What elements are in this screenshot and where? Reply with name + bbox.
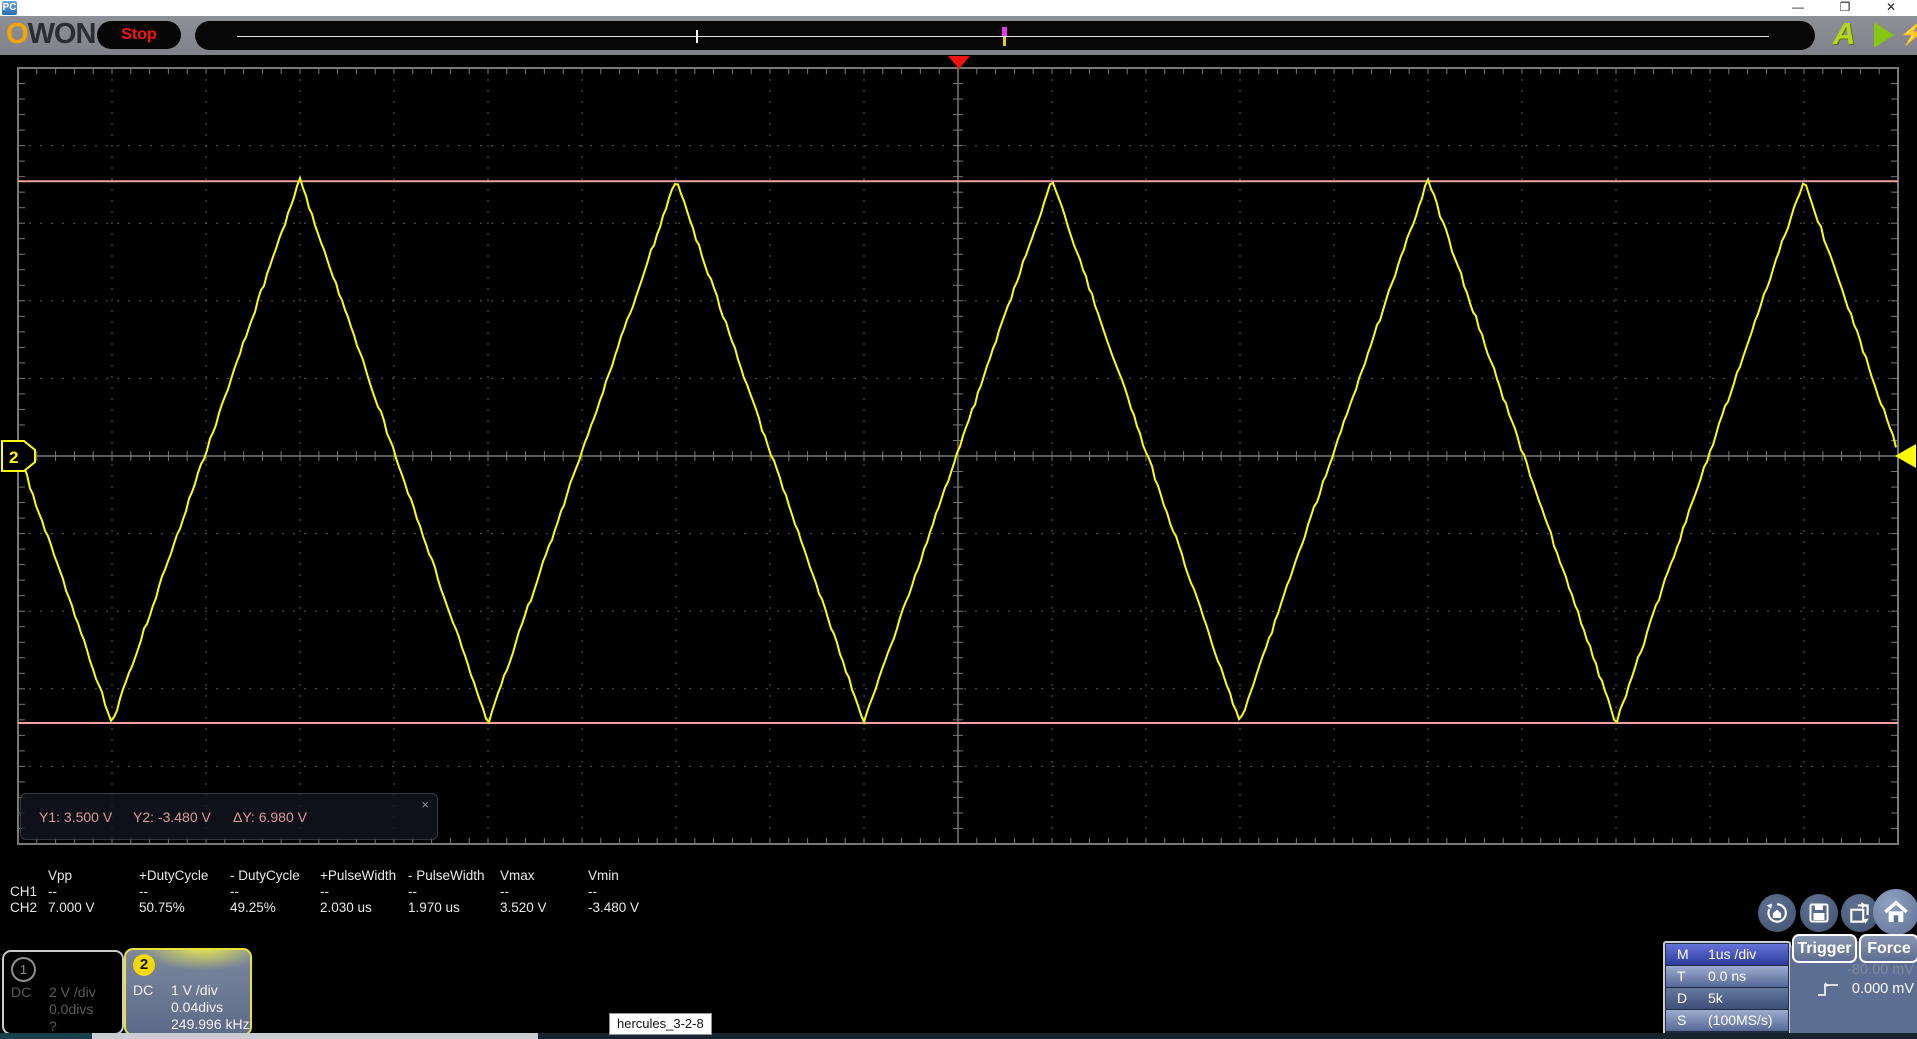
trigger-menu-button[interactable]: Trigger (1792, 934, 1857, 963)
channel2-number-badge: 2 (133, 954, 155, 976)
timebase-row-t[interactable]: T 0.0 ns (1666, 966, 1788, 987)
restore-button[interactable]: ❐ (1830, 0, 1860, 16)
scope-display-area (0, 55, 1917, 1039)
cursor-y2-value: Y2: -3.480 V (133, 809, 211, 825)
scrollbar-center-tick (696, 30, 698, 43)
measure-cell: -- (408, 884, 417, 899)
horizontal-position-scrollbar[interactable] (195, 21, 1815, 50)
home-refresh-icon (1766, 903, 1787, 923)
channel1-frequency: ? (49, 1018, 57, 1034)
timebase-row-d[interactable]: D 5k (1666, 988, 1788, 1009)
timebase-panel: M 1us /div T 0.0 ns D 5k S (100MS/s) (1663, 941, 1791, 1038)
channel1-box[interactable]: 1 DC 2 V /div 0.0divs ? (2, 950, 124, 1035)
close-button[interactable]: ✕ (1876, 0, 1906, 16)
channel1-number-badge: 1 (11, 957, 36, 982)
owon-logo: OWON (6, 18, 96, 50)
channel1-coupling: DC (11, 984, 32, 1000)
main-toolbar: OWON Stop A ⚡ (0, 16, 1917, 55)
timebase-key: S (1677, 1012, 1687, 1028)
measure-column-header: Vmax (500, 868, 535, 883)
measure-cell: -- (500, 884, 509, 899)
home-button[interactable] (1873, 889, 1917, 935)
measure-cell: -- (230, 884, 239, 899)
trigger-ch2-level: 0.000 mV (1851, 981, 1914, 997)
timebase-key: D (1677, 990, 1688, 1006)
channel2-coupling: DC (133, 982, 154, 998)
measure-column-header: Vpp (48, 868, 73, 883)
measure-cell: -- (320, 884, 329, 899)
bottom-strip-left (0, 1033, 92, 1039)
timebase-value: (100MS/s) (1708, 1012, 1773, 1028)
trigger-position-marker-yellow[interactable] (1003, 37, 1006, 46)
timebase-value: 5k (1708, 990, 1723, 1006)
run-stop-button[interactable]: Stop (97, 21, 181, 49)
bottom-strip-taskbar (92, 1033, 538, 1039)
measure-row-label: CH2 (10, 900, 38, 915)
trigger-position-marker-magenta[interactable] (1002, 27, 1007, 36)
bottom-strip-right (538, 1033, 1917, 1039)
home-icon (1884, 900, 1908, 922)
measure-cell: 2.030 us (320, 900, 372, 915)
cursor-readout-box[interactable]: Y1: 3.500 V Y2: -3.480 V ΔY: 6.980 V × (20, 793, 438, 840)
play-button[interactable] (1874, 22, 1894, 48)
measure-column-header: - DutyCycle (230, 868, 300, 883)
timebase-row-m[interactable]: M 1us /div (1666, 944, 1788, 965)
measure-cell: 1.970 us (408, 900, 460, 915)
channel2-scale: 1 V /div (171, 982, 218, 998)
measure-column-header: Vmin (588, 868, 619, 883)
cursor-delta-value: ΔY: 6.980 V (233, 809, 307, 825)
lightning-icon: ⚡ (1899, 21, 1917, 46)
save-button[interactable] (1800, 894, 1838, 932)
taskbar-tooltip: hercules_3-2-8 (609, 1013, 712, 1035)
channel1-scale: 2 V /div (49, 984, 96, 1000)
minimize-button[interactable]: — (1783, 0, 1813, 16)
measure-cell: -- (588, 884, 597, 899)
measure-cell: 49.25% (230, 900, 276, 915)
timebase-key: M (1677, 946, 1689, 962)
channel2-offset: 0.04divs (171, 999, 224, 1015)
measure-cell: -- (48, 884, 57, 899)
measure-row-label: CH1 (10, 884, 38, 899)
autoset-button[interactable]: A (1833, 16, 1855, 52)
measure-column-header: - PulseWidth (408, 868, 485, 883)
force-trigger-button[interactable]: Force (1859, 934, 1917, 963)
timebase-key: T (1677, 968, 1686, 984)
measure-column-header: +DutyCycle (139, 868, 209, 883)
channel2-box[interactable]: 2 DC 1 V /div 0.04divs 249.996 kHz (124, 948, 252, 1036)
app-icon: PC (2, 1, 17, 15)
window-switch-icon (1850, 902, 1869, 924)
cursor-y1-value: Y1: 3.500 V (39, 809, 113, 825)
channel2-frequency: 249.996 kHz (171, 1016, 250, 1032)
default-settings-button[interactable] (1758, 894, 1796, 932)
measure-cell: -3.480 V (588, 900, 640, 915)
trigger-ch1-level: -80.00 mV (1847, 962, 1914, 978)
channel1-offset: 0.0divs (49, 1001, 94, 1017)
measure-cell: -- (139, 884, 148, 899)
timebase-value: 0.0 ns (1708, 968, 1747, 984)
measure-cell: 50.75% (139, 900, 185, 915)
measure-cell: 7.000 V (48, 900, 95, 915)
cursor-box-close-icon[interactable]: × (421, 797, 429, 812)
window-titlebar: PC — ❐ ✕ (0, 0, 1917, 16)
floppy-disk-icon (1809, 903, 1829, 923)
timebase-value: 1us /div (1708, 946, 1757, 962)
measure-cell: 3.520 V (500, 900, 547, 915)
timebase-row-s[interactable]: S (100MS/s) (1666, 1010, 1788, 1031)
measure-column-header: +PulseWidth (320, 868, 397, 883)
